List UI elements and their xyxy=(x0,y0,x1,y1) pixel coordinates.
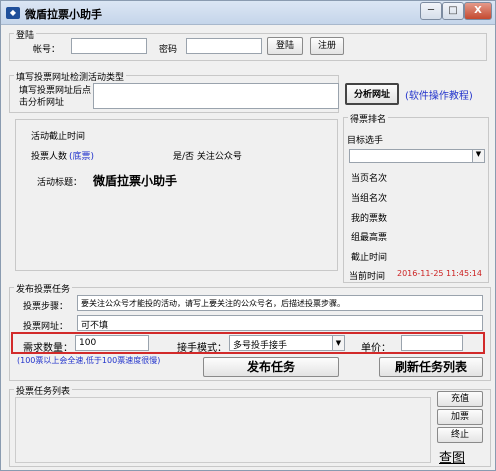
price-label: 单价： xyxy=(361,343,391,354)
minimize-button[interactable]: ─ xyxy=(420,2,442,20)
close-button[interactable]: X xyxy=(464,2,492,20)
view-image-link[interactable]: 查图 xyxy=(439,447,465,466)
login-button[interactable]: 登陆 xyxy=(267,37,303,55)
activity-title-value: 微盾拉票小助手 xyxy=(93,174,178,188)
group-top-votes-label: 组最高票 xyxy=(351,233,388,243)
account-input[interactable] xyxy=(71,38,147,54)
vote-url-input[interactable] xyxy=(93,83,339,109)
follow-account-label: 是/否 关注公众号 xyxy=(173,152,242,162)
task-list-group-label: 投票任务列表 xyxy=(14,384,73,397)
target-contestant-label: 目标选手 xyxy=(347,136,384,146)
current-time-label: 当前时间 xyxy=(349,272,386,282)
price-input[interactable] xyxy=(401,335,463,351)
publish-task-button[interactable]: 发布任务 xyxy=(203,357,339,377)
maximize-button[interactable]: □ xyxy=(442,2,464,20)
current-time-value: 2016-11-25 11:45:14 xyxy=(397,269,482,278)
stop-button[interactable]: 终止 xyxy=(437,427,483,443)
mode-select[interactable]: 多号投手接手 xyxy=(229,335,345,351)
group-rank-label: 当组名次 xyxy=(351,194,388,204)
recharge-button[interactable]: 充值 xyxy=(437,391,483,407)
refresh-task-list-button[interactable]: 刷新任务列表 xyxy=(379,357,483,377)
activity-title-label: 活动标题： xyxy=(37,178,83,188)
deadline-label: 活动截止时间 xyxy=(31,132,86,142)
register-button[interactable]: 注册 xyxy=(310,37,344,55)
voters-label: 投票人数 xyxy=(31,152,68,162)
add-votes-button[interactable]: 加票 xyxy=(437,409,483,425)
url-hint: 填写投票网址后点击分析网址 xyxy=(19,86,92,108)
steps-input[interactable]: 要关注公众号才能投的活动，请写上要关注的公众号名，后描述投票步骤。 xyxy=(77,295,483,311)
password-label: 密码 xyxy=(159,45,178,55)
steps-label: 投票步骤： xyxy=(23,302,69,312)
page-rank-label: 当页名次 xyxy=(351,174,388,184)
account-label: 帐号： xyxy=(33,45,61,55)
chevron-down-icon[interactable]: ▼ xyxy=(472,150,484,162)
ranking-group-label: 得票排名 xyxy=(348,112,389,125)
title-bar[interactable]: ◆ 微盾拉票小助手 ─ □ X xyxy=(1,1,495,25)
window-title: 微盾拉票小助手 xyxy=(25,8,102,21)
mode-label: 接手模式： xyxy=(177,343,227,354)
login-group-label: 登陆 xyxy=(14,28,37,41)
url-group-label: 填写投票网址检测活动类型 xyxy=(14,70,127,83)
password-input[interactable] xyxy=(186,38,262,54)
speed-note: (100票以上会全速,低于100票速度很慢) xyxy=(17,356,161,365)
target-contestant-select[interactable]: ▼ xyxy=(349,149,485,163)
my-votes-label: 我的票数 xyxy=(351,214,388,224)
task-group-label: 发布投票任务 xyxy=(14,282,73,295)
tutorial-link[interactable]: (软件操作教程) xyxy=(405,87,473,102)
task-url-label: 投票网址： xyxy=(23,322,69,332)
app-window: ◆ 微盾拉票小助手 ─ □ X 登陆 帐号： 密码 登陆 注册 填写投票网址检测… xyxy=(0,0,496,471)
deadline-time-label: 截止时间 xyxy=(351,253,388,263)
analyze-url-button[interactable]: 分析网址 xyxy=(345,83,399,105)
quantity-input[interactable]: 100 xyxy=(75,335,149,351)
app-logo-icon: ◆ xyxy=(6,7,20,19)
quantity-label: 需求数量： xyxy=(23,343,73,354)
chevron-down-icon[interactable]: ▼ xyxy=(332,336,344,350)
task-url-input[interactable]: 可不填 xyxy=(77,315,483,331)
task-list-area[interactable] xyxy=(15,397,431,463)
base-votes-link[interactable]: (底票) xyxy=(69,149,94,162)
